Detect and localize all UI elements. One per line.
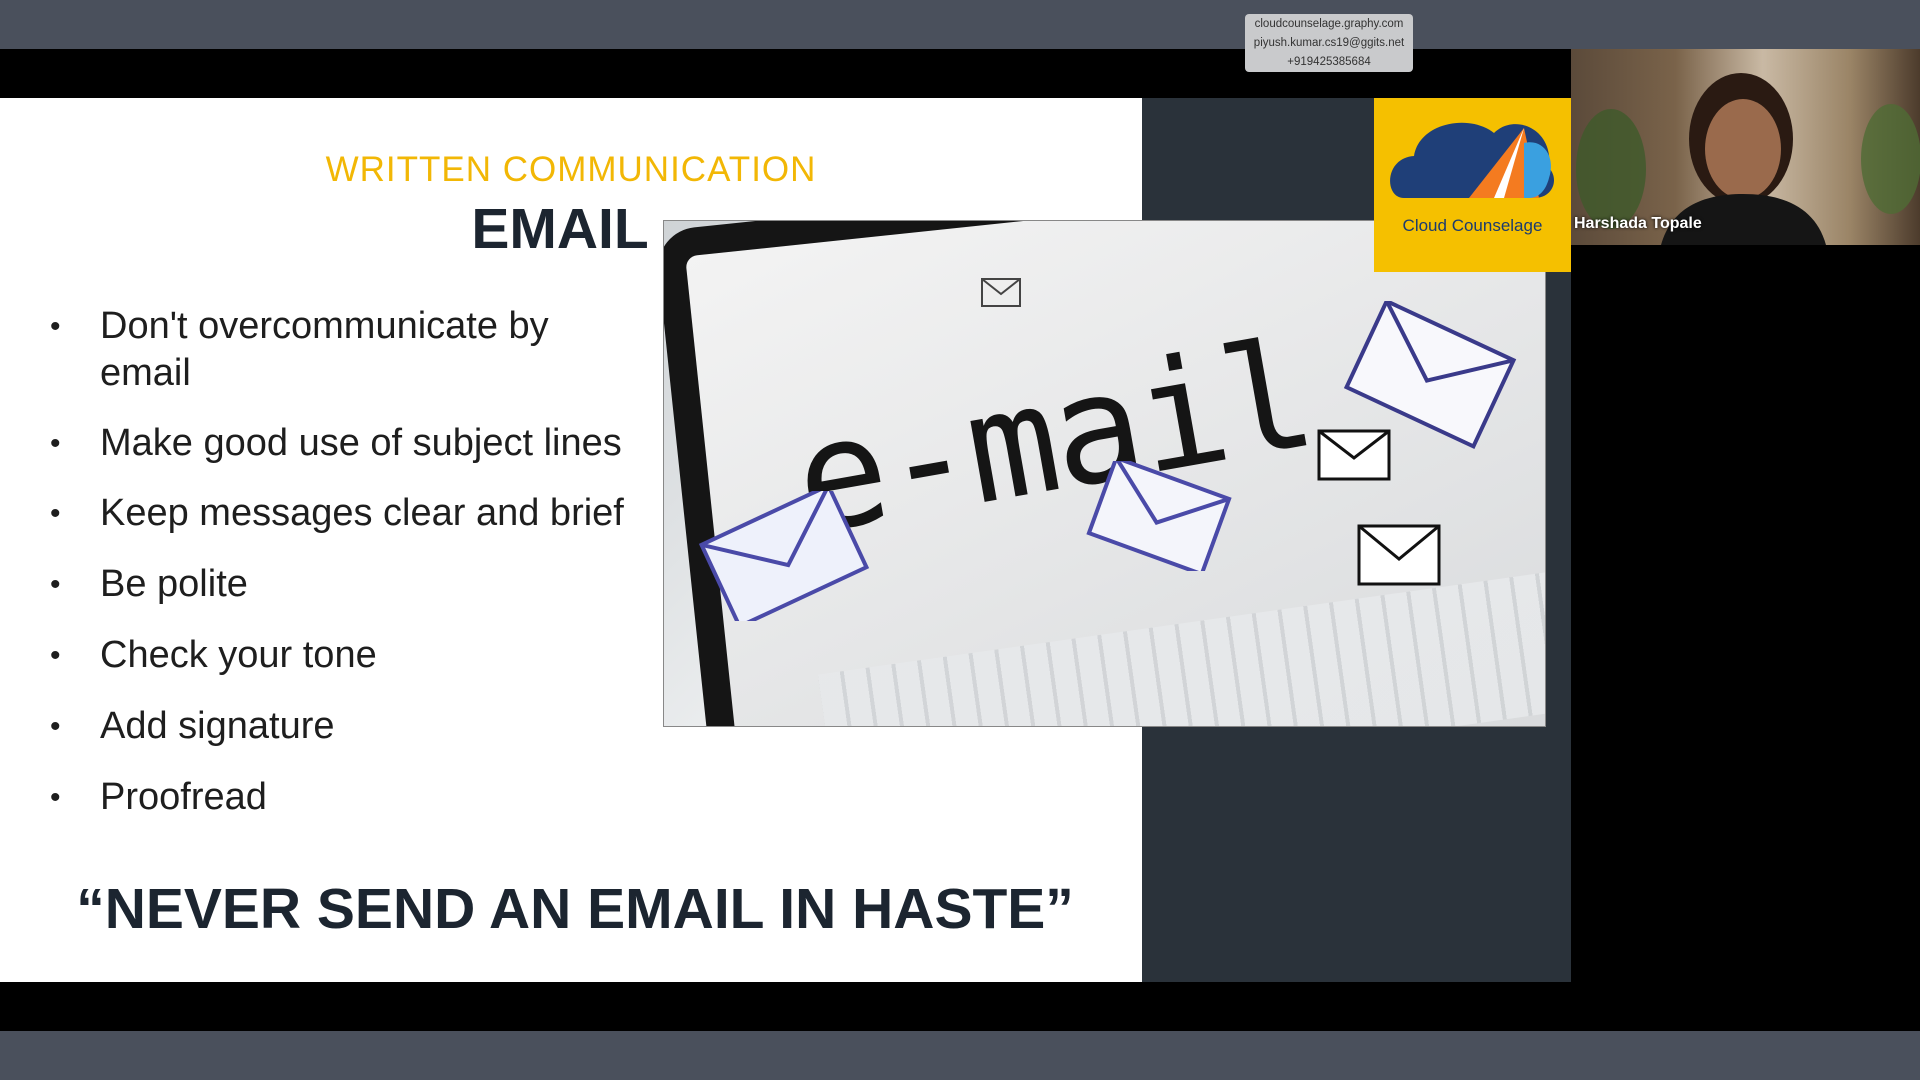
watermark-phone: +919425385684 [1287, 56, 1371, 68]
meeting-bottom-bar [0, 1031, 1920, 1080]
logo-text: Cloud Counselage [1402, 216, 1543, 235]
envelope-icon [1317, 429, 1391, 481]
envelope-icon [1086, 461, 1232, 571]
viewer-watermark: cloudcounselage.graphy.com piyush.kumar.… [1245, 14, 1413, 72]
watermark-domain: cloudcounselage.graphy.com [1254, 18, 1404, 30]
slide-subtitle: WRITTEN COMMUNICATION [325, 150, 817, 189]
cloud-logo-icon [1390, 122, 1554, 198]
bullet-item: Don't overcommunicate by email [50, 303, 650, 397]
bullet-item: Check your tone [50, 632, 650, 679]
meeting-top-bar [0, 0, 1920, 49]
slide-quote: “NEVER SEND AN EMAIL IN HASTE” [76, 877, 1074, 941]
envelope-icon [981, 278, 1021, 307]
bullet-item: Proofread [50, 774, 650, 821]
bullet-list: Don't overcommunicate by email Make good… [50, 303, 650, 845]
email-illustration: e-mail [663, 220, 1546, 727]
bullet-item: Keep messages clear and brief [50, 490, 650, 537]
cloud-counselage-logo: Cloud Counselage [1374, 98, 1571, 272]
participant-name: Harshada Topale [1574, 215, 1702, 232]
bullet-item: Add signature [50, 703, 650, 750]
envelope-icon [698, 491, 870, 621]
bullet-item: Be polite [50, 561, 650, 608]
bullet-item: Make good use of subject lines [50, 420, 650, 467]
envelope-icon [1357, 524, 1441, 586]
participant-video[interactable]: Harshada Topale [1571, 49, 1920, 245]
watermark-email: piyush.kumar.cs19@ggits.net [1253, 37, 1405, 49]
